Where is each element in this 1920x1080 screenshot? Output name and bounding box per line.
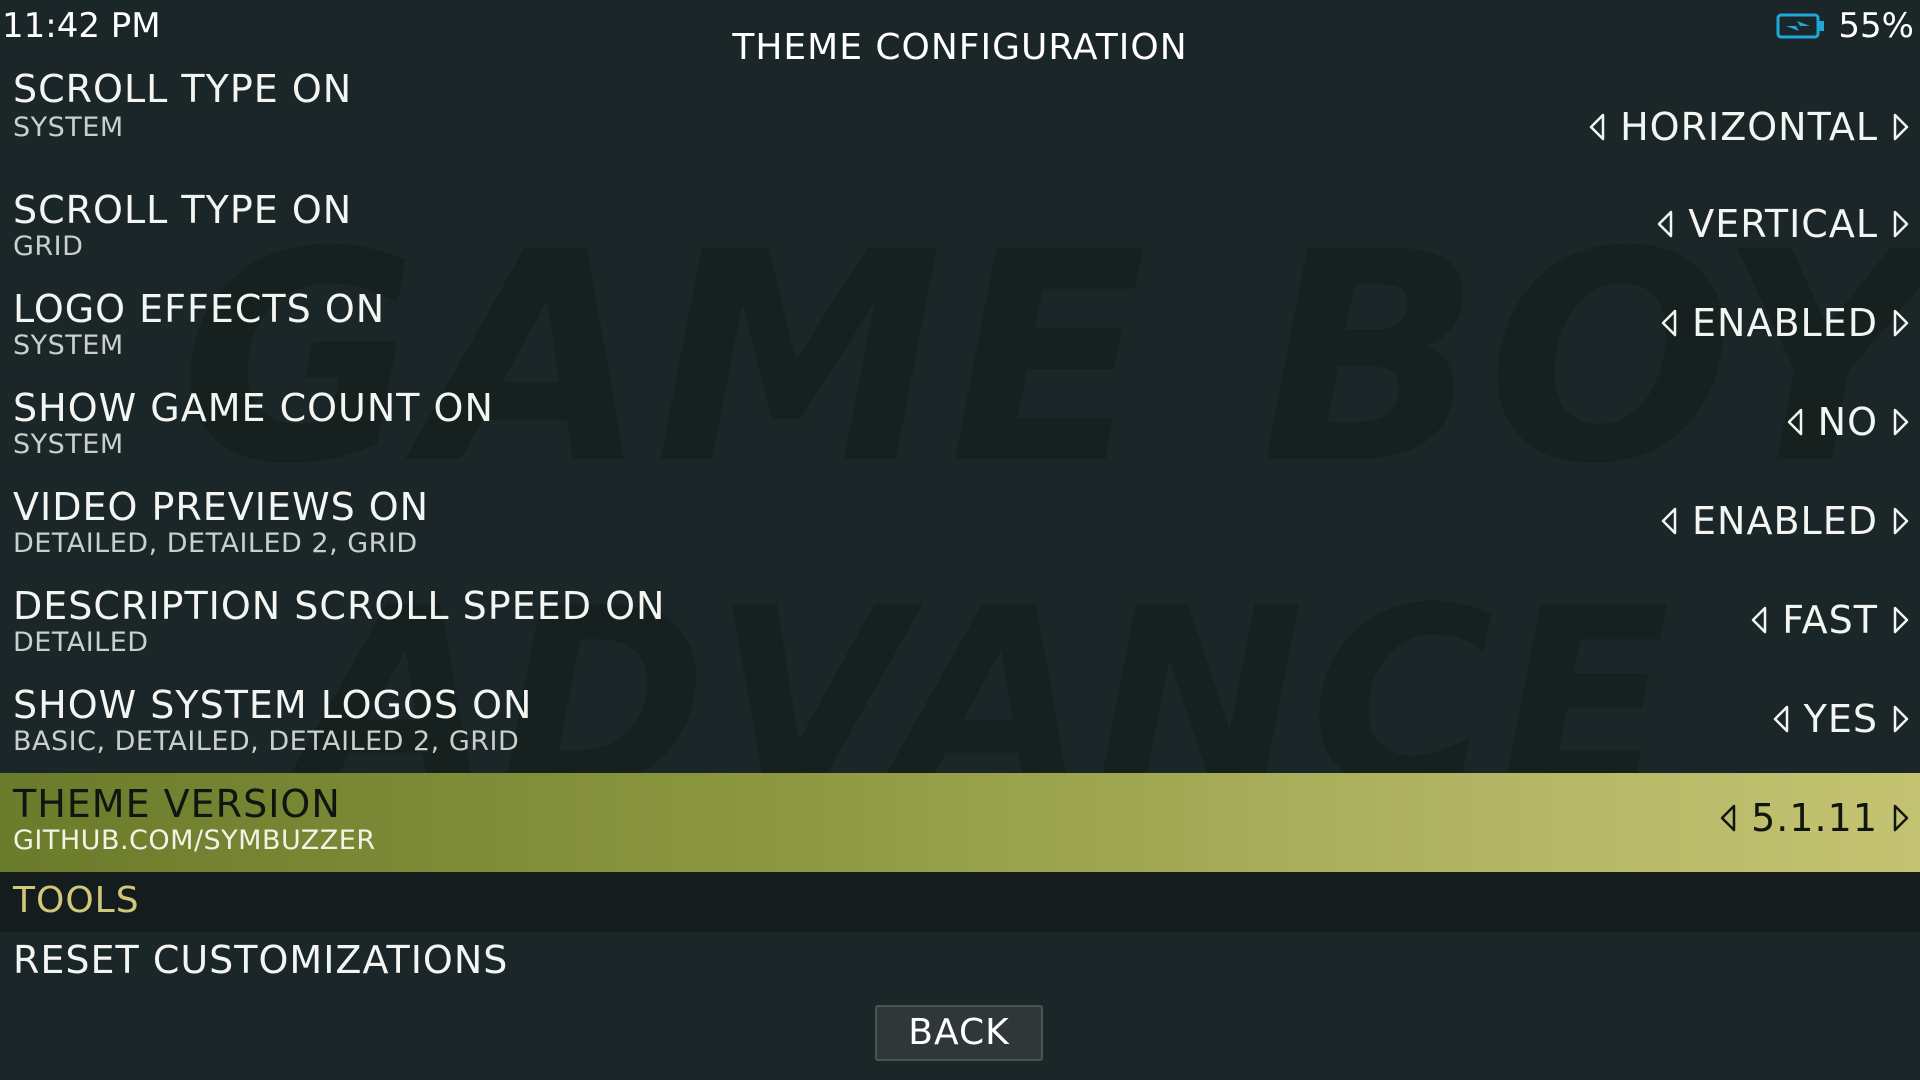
back-button[interactable]: BACK xyxy=(875,1005,1043,1061)
battery-charging-icon xyxy=(1776,13,1826,39)
setting-value: ENABLED xyxy=(1692,499,1878,543)
setting-value: 5.1.11 xyxy=(1751,796,1878,840)
setting-label: SHOW SYSTEM LOGOS ON xyxy=(13,683,533,727)
setting-value: HORIZONTAL xyxy=(1620,105,1878,149)
setting-label: DESCRIPTION SCROLL SPEED ON xyxy=(13,584,666,628)
reset-customizations-item[interactable]: RESET CUSTOMIZATIONS xyxy=(13,936,508,984)
setting-value: NO xyxy=(1817,400,1878,444)
setting-row-theme-version[interactable]: THEME VERSION GITHUB.COM/SYMBUZZER 5.1.1… xyxy=(0,773,1920,872)
setting-value-selector[interactable]: FAST xyxy=(1750,597,1910,643)
setting-value-selector[interactable]: NO xyxy=(1786,399,1910,445)
setting-value-selector[interactable]: ENABLED xyxy=(1660,300,1910,346)
setting-sublabel: BASIC, DETAILED, DETAILED 2, GRID xyxy=(13,726,520,757)
setting-row-show-system-logos[interactable]: SHOW SYSTEM LOGOS ON BASIC, DETAILED, DE… xyxy=(0,674,1920,773)
setting-value-selector[interactable]: ENABLED xyxy=(1660,498,1910,544)
setting-label: LOGO EFFECTS ON xyxy=(13,287,386,331)
setting-value-selector[interactable]: HORIZONTAL xyxy=(1588,104,1910,150)
arrow-left-icon[interactable] xyxy=(1656,209,1674,239)
arrow-left-icon[interactable] xyxy=(1786,407,1804,437)
setting-sublabel: GITHUB.COM/SYMBUZZER xyxy=(13,825,376,856)
setting-value: YES xyxy=(1803,697,1878,741)
setting-row-scroll-type-system[interactable]: SCROLL TYPE ON SYSTEM HORIZONTAL xyxy=(0,67,1920,179)
arrow-left-icon[interactable] xyxy=(1772,704,1790,734)
setting-row-logo-effects[interactable]: LOGO EFFECTS ON SYSTEM ENABLED xyxy=(0,278,1920,377)
arrow-right-icon[interactable] xyxy=(1892,605,1910,635)
theme-configuration-screen: GAME BOY ADVANCE 11:42 PM THEME CONFIGUR… xyxy=(0,0,1920,1080)
setting-sublabel: SYSTEM xyxy=(13,330,124,361)
arrow-right-icon[interactable] xyxy=(1892,407,1910,437)
arrow-right-icon[interactable] xyxy=(1892,112,1910,142)
setting-sublabel: GRID xyxy=(13,231,84,262)
setting-sublabel: SYSTEM xyxy=(13,112,124,143)
setting-label: SCROLL TYPE ON xyxy=(13,67,353,111)
setting-row-description-scroll-speed[interactable]: DESCRIPTION SCROLL SPEED ON DETAILED FAS… xyxy=(0,575,1920,674)
setting-value-selector[interactable]: VERTICAL xyxy=(1656,201,1910,247)
setting-sublabel: SYSTEM xyxy=(13,429,124,460)
arrow-right-icon[interactable] xyxy=(1892,308,1910,338)
arrow-left-icon[interactable] xyxy=(1719,803,1737,833)
setting-sublabel: DETAILED, DETAILED 2, GRID xyxy=(13,528,418,559)
setting-value: FAST xyxy=(1782,598,1878,642)
setting-value: ENABLED xyxy=(1692,301,1878,345)
tools-header-label: TOOLS xyxy=(13,880,140,921)
arrow-right-icon[interactable] xyxy=(1892,803,1910,833)
arrow-left-icon[interactable] xyxy=(1588,112,1606,142)
tools-section-header: TOOLS xyxy=(0,872,1920,932)
arrow-left-icon[interactable] xyxy=(1660,506,1678,536)
setting-value-selector[interactable]: YES xyxy=(1772,696,1910,742)
arrow-right-icon[interactable] xyxy=(1892,209,1910,239)
setting-sublabel: DETAILED xyxy=(13,627,149,658)
arrow-right-icon[interactable] xyxy=(1892,506,1910,536)
setting-value-selector[interactable]: 5.1.11 xyxy=(1719,795,1910,841)
arrow-left-icon[interactable] xyxy=(1750,605,1768,635)
battery-percent: 55% xyxy=(1838,6,1914,46)
setting-label: SCROLL TYPE ON xyxy=(13,188,353,232)
arrow-left-icon[interactable] xyxy=(1660,308,1678,338)
setting-row-video-previews[interactable]: VIDEO PREVIEWS ON DETAILED, DETAILED 2, … xyxy=(0,476,1920,575)
setting-label: SHOW GAME COUNT ON xyxy=(13,386,494,430)
page-title: THEME CONFIGURATION xyxy=(732,27,1188,68)
setting-value: VERTICAL xyxy=(1688,202,1878,246)
setting-row-show-game-count[interactable]: SHOW GAME COUNT ON SYSTEM NO xyxy=(0,377,1920,476)
battery-indicator: 55% xyxy=(1776,6,1914,46)
setting-label: THEME VERSION xyxy=(13,782,341,826)
arrow-right-icon[interactable] xyxy=(1892,704,1910,734)
setting-row-scroll-type-grid[interactable]: SCROLL TYPE ON GRID VERTICAL xyxy=(0,179,1920,278)
setting-label: VIDEO PREVIEWS ON xyxy=(13,485,430,529)
